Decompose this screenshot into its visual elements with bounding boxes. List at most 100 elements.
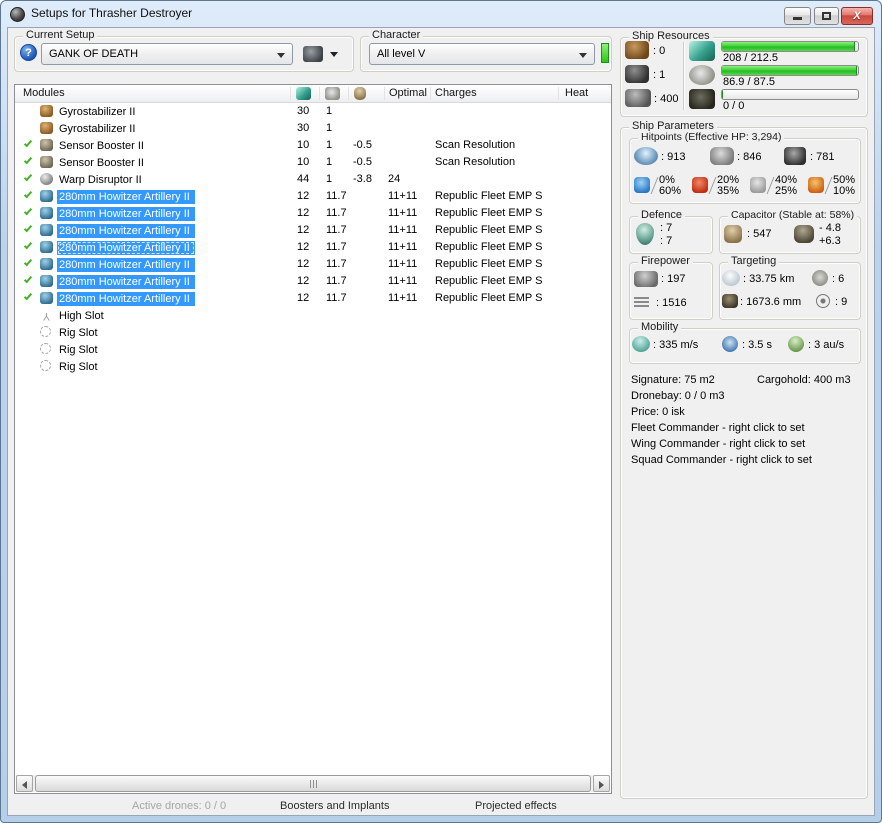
table-row[interactable]: 280mm Howitzer Artillery II 12 11.7 11+1…: [15, 223, 611, 240]
setups-window: Setups for Thrasher Destroyer X Current …: [0, 0, 882, 823]
setup-tools-icon[interactable]: [303, 46, 323, 62]
fitted-check-icon: [22, 122, 34, 134]
capacitor-amount: : 547: [747, 228, 772, 240]
modules-header: Modules Optimal Charges Heat: [15, 85, 611, 103]
module-optimal: 11+11: [388, 224, 418, 236]
table-row[interactable]: Rig Slot: [15, 342, 611, 359]
module-optimal: 24: [388, 173, 401, 185]
drones-value: 0 / 0: [723, 100, 745, 112]
module-powergrid: 1: [326, 122, 333, 134]
fleet-commander-setting[interactable]: Fleet Commander - right click to set: [631, 422, 805, 434]
help-icon[interactable]: ?: [20, 44, 37, 61]
module-cpu: 10: [297, 156, 310, 168]
scrollbar-thumb[interactable]: [35, 775, 591, 792]
module-name: 280mm Howitzer Artillery II: [57, 190, 195, 204]
hitpoints-label: Hitpoints (Effective HP: 3,294): [638, 131, 785, 143]
dronebay-value: Dronebay: 0 / 0 m3: [631, 390, 725, 402]
module-cap-use: -0.5: [353, 156, 372, 168]
module-name: Warp Disruptor II: [59, 174, 142, 186]
boosters-implants-panel-header[interactable]: Boosters and Implants: [280, 800, 389, 812]
close-button[interactable]: X: [841, 7, 873, 25]
module-name: High Slot: [59, 310, 104, 322]
module-icon: [40, 309, 53, 321]
table-row[interactable]: Sensor Booster II 10 1 -0.5 Scan Resolut…: [15, 138, 611, 155]
modules-list: Gyrostabilizer II 30 1 Gyrostabilizer II…: [15, 104, 611, 376]
maximize-button[interactable]: [814, 7, 839, 25]
targeting-group: Targeting : 33.75 km : 6 : 1673.6 mm : 9: [719, 255, 861, 320]
table-row[interactable]: Gyrostabilizer II 30 1: [15, 104, 611, 121]
signature-value: Signature: 75 m2: [631, 374, 715, 386]
table-row[interactable]: Warp Disruptor II 44 1 -3.8 24: [15, 172, 611, 189]
defence-group: Defence : 7: 7: [629, 209, 713, 254]
firepower-label: Firepower: [638, 255, 693, 267]
scroll-right-button[interactable]: [593, 775, 610, 792]
setup-menu-arrow-icon[interactable]: [330, 52, 338, 57]
table-row[interactable]: 280mm Howitzer Artillery II 12 11.7 11+1…: [15, 291, 611, 308]
chevron-down-icon: [277, 53, 285, 58]
table-row[interactable]: 280mm Howitzer Artillery II 12 11.7 11+1…: [15, 240, 611, 257]
targeting-range-icon: [722, 270, 740, 286]
table-row[interactable]: 280mm Howitzer Artillery II 12 11.7 11+1…: [15, 189, 611, 206]
module-icon: [40, 105, 53, 117]
wing-commander-setting[interactable]: Wing Commander - right click to set: [631, 438, 805, 450]
table-row[interactable]: Sensor Booster II 10 1 -0.5 Scan Resolut…: [15, 155, 611, 172]
shield-hp-value: : 913: [661, 151, 686, 163]
table-row[interactable]: Rig Slot: [15, 359, 611, 376]
targeting-label: Targeting: [728, 255, 780, 267]
current-setup-group: Current Setup ? GANK OF DEATH: [14, 29, 354, 72]
explosive-resist-icon: [808, 177, 824, 193]
ship-resources-group: Ship Resources : 0 : 1 : 400 208 / 212.5…: [620, 30, 868, 117]
defence-shield-icon: [636, 223, 654, 245]
fitted-check-icon: [22, 223, 34, 236]
launcher-hardpoints-icon: [625, 65, 649, 83]
minimize-button[interactable]: [784, 7, 811, 25]
fitted-check-icon: [22, 360, 34, 372]
defence-label: Defence: [638, 209, 685, 221]
dps-icon: [634, 295, 650, 311]
projected-effects-panel-header[interactable]: Projected effects: [475, 800, 557, 812]
defence-top-value: : 7: [660, 222, 673, 234]
character-value: All level V: [377, 48, 426, 60]
dps-value: : 1516: [656, 297, 687, 309]
fitted-check-icon: [22, 343, 34, 355]
table-row[interactable]: 280mm Howitzer Artillery II 12 11.7 11+1…: [15, 206, 611, 223]
fitted-check-icon: [22, 206, 34, 219]
squad-commander-setting[interactable]: Squad Commander - right click to set: [631, 454, 812, 466]
table-row[interactable]: Gyrostabilizer II 30 1: [15, 121, 611, 138]
titlebar[interactable]: Setups for Thrasher Destroyer X: [1, 1, 881, 27]
module-charges: Scan Resolution: [435, 156, 516, 168]
character-select[interactable]: All level V: [369, 43, 595, 65]
launcher-hardpoints-value: : 1: [653, 69, 666, 81]
module-name: 280mm Howitzer Artillery II: [57, 292, 195, 306]
price-value: Price: 0 isk: [631, 406, 685, 418]
module-name: Gyrostabilizer II: [59, 123, 136, 135]
column-heat: Heat: [565, 87, 589, 99]
armor-hp-icon: [710, 147, 734, 165]
current-setup-select[interactable]: GANK OF DEATH: [41, 43, 293, 65]
current-setup-label: Current Setup: [23, 29, 98, 41]
table-row[interactable]: Rig Slot: [15, 325, 611, 342]
module-name: 280mm Howitzer Artillery II: [57, 207, 195, 221]
column-modules: Modules: [23, 87, 65, 99]
arrow-left-icon: [22, 781, 27, 789]
scroll-left-button[interactable]: [16, 775, 33, 792]
module-cpu: 12: [297, 207, 310, 219]
module-cpu: 12: [297, 275, 310, 287]
module-cpu: 12: [297, 258, 310, 270]
drone-icon: [689, 89, 715, 109]
module-powergrid: 11.7: [326, 258, 347, 270]
table-row[interactable]: 280mm Howitzer Artillery II 12 11.7 11+1…: [15, 257, 611, 274]
mobility-group: Mobility : 335 m/s : 3.5 s : 3 au/s: [629, 321, 861, 364]
thermal-resist-value: 35%: [717, 185, 740, 197]
table-row[interactable]: 280mm Howitzer Artillery II 12 11.7 11+1…: [15, 274, 611, 291]
module-cpu: 12: [297, 292, 310, 304]
cap-recharge-icon: [794, 225, 814, 243]
powergrid-bar: [721, 65, 859, 76]
table-row[interactable]: High Slot: [15, 308, 611, 325]
horizontal-scrollbar[interactable]: [16, 775, 610, 792]
module-name: Rig Slot: [59, 344, 98, 356]
defence-bottom-value: : 7: [660, 235, 673, 247]
app-icon[interactable]: [10, 7, 25, 22]
character-group: Character All level V: [360, 29, 612, 72]
active-drones-panel-header[interactable]: Active drones: 0 / 0: [132, 800, 226, 812]
